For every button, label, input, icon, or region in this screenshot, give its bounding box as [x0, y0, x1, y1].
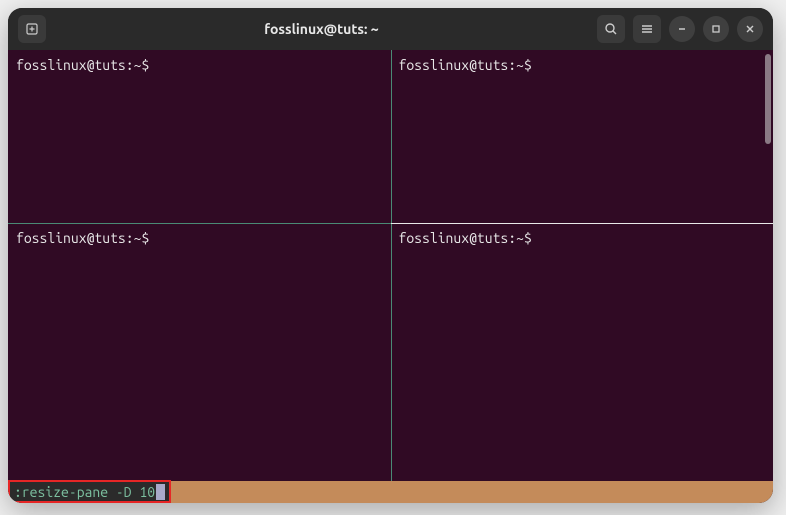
- close-button[interactable]: [737, 16, 763, 42]
- tmux-pane-bottom-left[interactable]: fosslinux@tuts:~$: [8, 223, 391, 481]
- hamburger-icon: [640, 22, 654, 36]
- tmux-pane-bottom-right[interactable]: fosslinux@tuts:~$: [391, 223, 774, 481]
- search-icon: [604, 22, 618, 36]
- shell-prompt: fosslinux@tuts:~$: [16, 57, 149, 73]
- scrollbar-thumb[interactable]: [765, 54, 771, 144]
- pane-divider-horizontal-left[interactable]: [8, 223, 391, 224]
- new-tab-button[interactable]: [18, 15, 46, 43]
- pane-divider-vertical[interactable]: [391, 50, 392, 481]
- menu-button[interactable]: [633, 15, 661, 43]
- terminal-body: fosslinux@tuts:~$ fosslinux@tuts:~$ foss…: [8, 50, 773, 503]
- maximize-button[interactable]: [703, 16, 729, 42]
- minimize-icon: [677, 24, 687, 34]
- command-text: :resize-pane -D 10: [14, 484, 155, 500]
- tmux-command-prompt[interactable]: :resize-pane -D 10: [8, 480, 171, 503]
- titlebar-right-group: [597, 15, 763, 43]
- window-title: fosslinux@tuts: ~: [54, 21, 589, 37]
- plus-icon: [25, 22, 39, 36]
- search-button[interactable]: [597, 15, 625, 43]
- shell-prompt: fosslinux@tuts:~$: [16, 230, 149, 246]
- tmux-pane-top-right[interactable]: fosslinux@tuts:~$: [391, 50, 774, 223]
- tmux-pane-top-left[interactable]: fosslinux@tuts:~$: [8, 50, 391, 223]
- terminal-window: fosslinux@tuts: ~ fosslinux@tuts:~$: [8, 8, 773, 503]
- maximize-icon: [711, 24, 721, 34]
- text-cursor: [156, 484, 165, 500]
- shell-prompt: fosslinux@tuts:~$: [399, 230, 532, 246]
- shell-prompt: fosslinux@tuts:~$: [399, 57, 532, 73]
- minimize-button[interactable]: [669, 16, 695, 42]
- pane-divider-horizontal-right[interactable]: [391, 223, 774, 224]
- tmux-panes-grid: fosslinux@tuts:~$ fosslinux@tuts:~$ foss…: [8, 50, 773, 481]
- close-icon: [745, 24, 755, 34]
- titlebar: fosslinux@tuts: ~: [8, 8, 773, 50]
- titlebar-left-group: [18, 15, 46, 43]
- tmux-status-bar: :resize-pane -D 10: [8, 481, 773, 503]
- scrollbar[interactable]: [763, 50, 773, 481]
